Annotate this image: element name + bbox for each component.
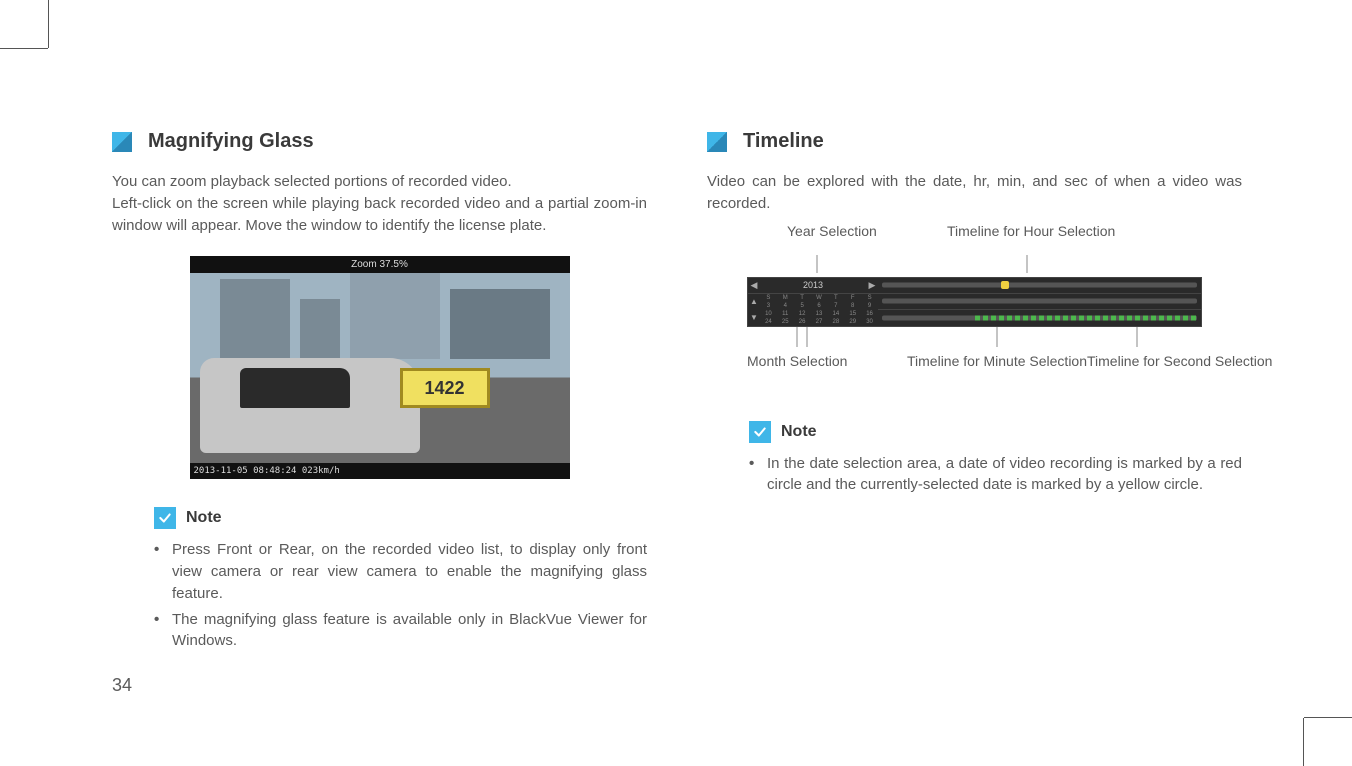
note-title: Note bbox=[781, 423, 817, 441]
month-down-icon[interactable]: ▼ bbox=[748, 310, 760, 326]
callout-label: Month Selection bbox=[747, 353, 847, 369]
callout-label: Timeline for Minute Selection bbox=[907, 353, 1087, 369]
second-track[interactable] bbox=[878, 310, 1201, 325]
year-value: 2013 bbox=[760, 280, 866, 290]
checkmark-icon bbox=[154, 507, 176, 529]
note-item: Press Front or Rear, on the recorded vid… bbox=[172, 539, 647, 604]
checkmark-icon bbox=[749, 421, 771, 443]
minute-track[interactable] bbox=[878, 294, 1201, 310]
page-number: 34 bbox=[112, 675, 132, 696]
crop-mark bbox=[1304, 717, 1352, 718]
note-list: Press Front or Rear, on the recorded vid… bbox=[154, 539, 647, 652]
car-graphic bbox=[200, 358, 420, 453]
callout-label: Timeline for Second Selection bbox=[1087, 353, 1272, 369]
paragraph: Video can be explored with the date, hr,… bbox=[707, 171, 1242, 215]
section-title: Timeline bbox=[743, 130, 824, 153]
note-title: Note bbox=[186, 509, 222, 527]
section-header: Timeline bbox=[707, 130, 1242, 153]
crop-mark bbox=[1303, 718, 1304, 766]
year-prev-icon[interactable]: ◀ bbox=[748, 280, 760, 291]
calendar-grid[interactable]: SMTWTFS 3456789 10111213141516 242526272… bbox=[760, 294, 878, 326]
paragraph: Left-click on the screen while playing b… bbox=[112, 193, 647, 237]
video-title-bar: Zoom 37.5% bbox=[190, 256, 570, 273]
building-graphic bbox=[350, 273, 440, 359]
license-plate-zoom: 1422 bbox=[400, 368, 490, 408]
note-item: The magnifying glass feature is availabl… bbox=[172, 609, 647, 653]
right-column: Timeline Video can be explored with the … bbox=[707, 130, 1242, 656]
callout-label: Year Selection bbox=[787, 223, 877, 239]
timeline-tracks bbox=[878, 278, 1201, 326]
timeline-figure: Year Selection Timeline for Hour Selecti… bbox=[707, 223, 1242, 393]
timeline-panel: ◀ 2013 ▶ ▲ ▼ SMTWTFS 3456789 10111213141… bbox=[747, 277, 1202, 327]
year-next-icon[interactable]: ▶ bbox=[866, 280, 878, 291]
crop-mark bbox=[48, 0, 49, 48]
callout-label: Timeline for Hour Selection bbox=[947, 223, 1115, 239]
month-up-icon[interactable]: ▲ bbox=[748, 294, 760, 310]
video-footer-overlay: 2013-11-05 08:48:24 023km/h bbox=[190, 463, 570, 479]
left-column: Magnifying Glass You can zoom playback s… bbox=[112, 130, 647, 656]
page-content: Magnifying Glass You can zoom playback s… bbox=[112, 130, 1242, 656]
video-screenshot: Zoom 37.5% 1422 2013-11-05 08:48:24 023k… bbox=[190, 256, 570, 479]
crop-mark bbox=[0, 48, 48, 49]
section-marker-icon bbox=[707, 132, 727, 152]
section-title: Magnifying Glass bbox=[148, 130, 314, 153]
video-scene: 1422 bbox=[190, 273, 570, 463]
paragraph: You can zoom playback selected portions … bbox=[112, 171, 647, 193]
note-list: In the date selection area, a date of vi… bbox=[749, 453, 1242, 497]
date-selection-area: ◀ 2013 ▶ ▲ ▼ SMTWTFS 3456789 10111213141… bbox=[748, 278, 878, 326]
hour-track[interactable] bbox=[878, 278, 1201, 294]
building-graphic bbox=[300, 299, 340, 359]
building-graphic bbox=[220, 279, 290, 359]
note-block: Note In the date selection area, a date … bbox=[707, 421, 1242, 497]
note-block: Note Press Front or Rear, on the recorde… bbox=[112, 507, 647, 652]
building-graphic bbox=[450, 289, 550, 359]
section-marker-icon bbox=[112, 132, 132, 152]
callout-lines bbox=[747, 255, 1202, 273]
section-header: Magnifying Glass bbox=[112, 130, 647, 153]
note-item: In the date selection area, a date of vi… bbox=[767, 453, 1242, 497]
callout-lines bbox=[747, 327, 1202, 347]
